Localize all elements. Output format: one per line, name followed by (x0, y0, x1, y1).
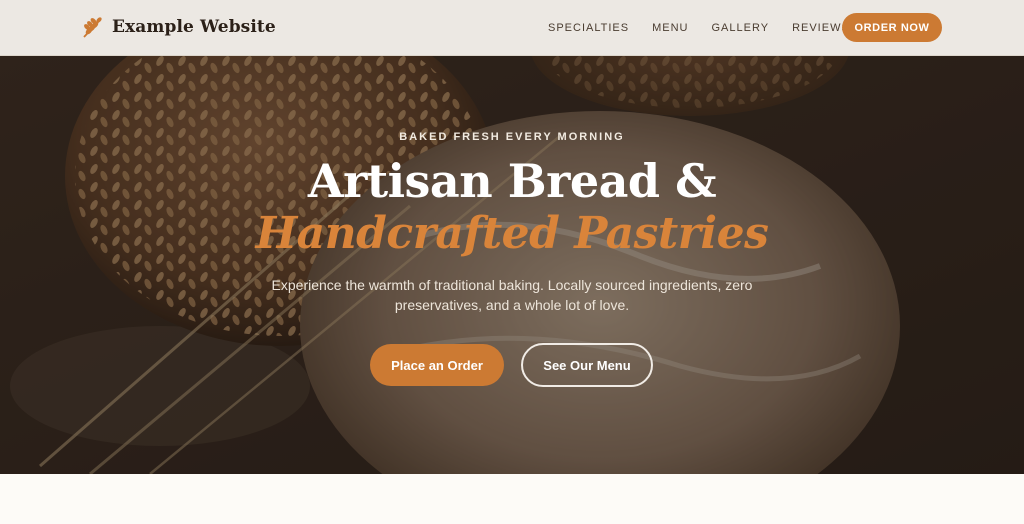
hero-description: Experience the warmth of traditional bak… (271, 277, 753, 313)
brand-logo[interactable]: Example Website (80, 14, 276, 40)
nav-link-menu[interactable]: MENU (652, 22, 688, 34)
hero-title-line-1: Artisan Bread & (307, 154, 717, 208)
place-order-button[interactable]: Place an Order (370, 344, 504, 386)
main-nav: SPECIALTIES MENU GALLERY REVIEWS (548, 0, 873, 56)
nav-link-gallery[interactable]: GALLERY (712, 22, 770, 34)
nav-link-specialties[interactable]: SPECIALTIES (548, 22, 629, 34)
hero-eyebrow: BAKED FRESH EVERY MORNING (399, 131, 625, 143)
wheat-icon (80, 14, 106, 40)
order-now-button[interactable]: ORDER NOW (842, 13, 942, 42)
hero-section: BAKED FRESH EVERY MORNING Artisan Bread … (0, 56, 1024, 474)
site-header: Example Website SPECIALTIES MENU GALLERY… (0, 0, 1024, 56)
hero-title-line-2: Handcrafted Pastries (255, 208, 769, 259)
hero-overlay (0, 56, 1024, 474)
next-section (0, 474, 1024, 524)
see-menu-button[interactable]: See Our Menu (521, 343, 653, 387)
brand-name: Example Website (112, 17, 276, 37)
